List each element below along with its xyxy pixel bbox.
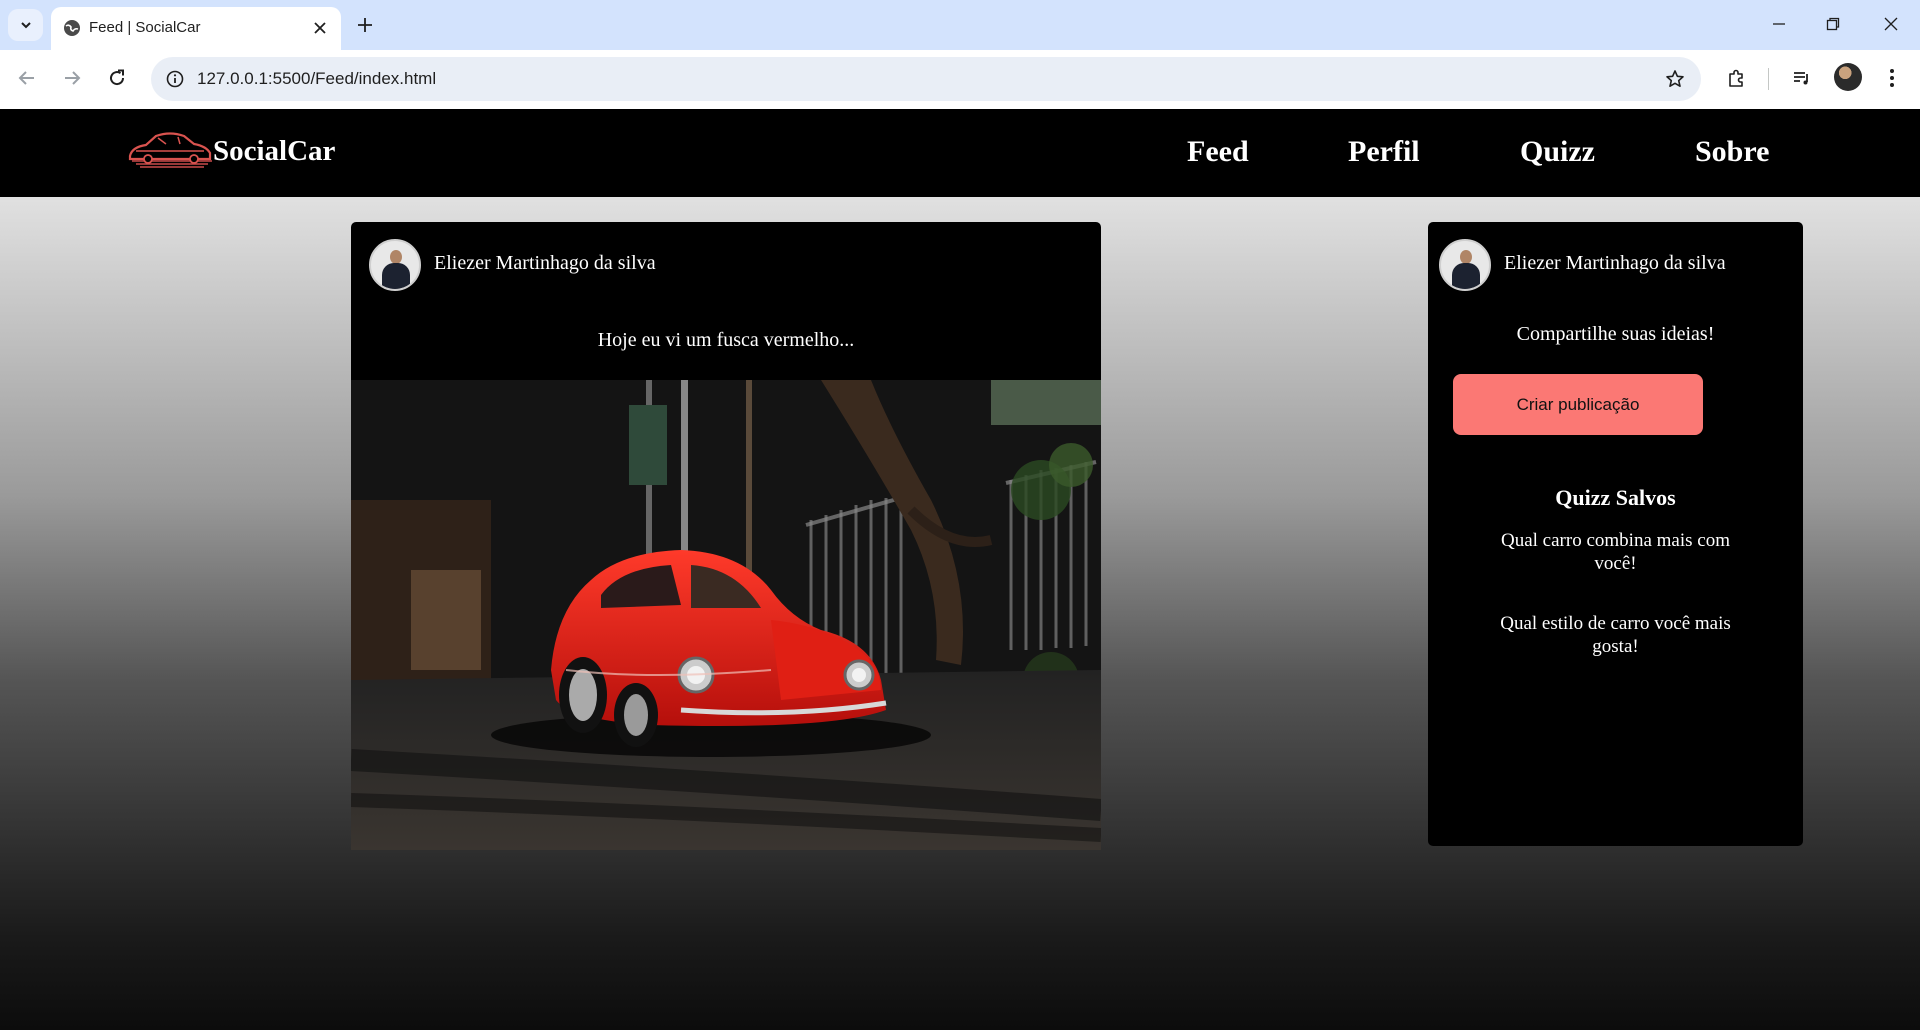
sidebar-author-name[interactable]: Eliezer Martinhago da silva [1504, 252, 1726, 275]
extensions-button[interactable] [1722, 63, 1752, 93]
share-prompt: Compartilhe suas ideias! [1516, 323, 1715, 345]
minimize-button[interactable] [1756, 8, 1802, 40]
browser-menu-button[interactable] [1877, 63, 1907, 93]
minimize-icon [1773, 23, 1785, 25]
url-text: 127.0.0.1:5500/Feed/index.html [197, 69, 437, 88]
saved-quizz-item[interactable]: Qual estilo de carro você mais gosta! [1483, 612, 1748, 658]
sidebar-card: Eliezer Martinhago da silva Compartilhe … [1428, 222, 1803, 846]
close-window-button[interactable] [1868, 8, 1914, 40]
post-card: Eliezer Martinhago da silva Hoje eu vi u… [351, 222, 1101, 850]
create-post-button[interactable]: Criar publicação [1453, 374, 1703, 435]
close-icon [1884, 17, 1898, 31]
restore-button[interactable] [1810, 8, 1856, 40]
toolbar-separator [1768, 68, 1769, 90]
reload-icon [110, 69, 125, 86]
browser-toolbar: 127.0.0.1:5500/Feed/index.html [0, 50, 1920, 109]
nav-link-perfil[interactable]: Perfil [1348, 135, 1420, 169]
page-viewport: SocialCar Feed Perfil Quizz Sobre Elieze… [0, 109, 1920, 1030]
tab-search-button[interactable] [8, 9, 43, 41]
new-tab-button[interactable] [352, 12, 378, 38]
chevron-down-icon [20, 22, 31, 29]
plus-icon [358, 18, 372, 32]
nav-link-feed[interactable]: Feed [1187, 135, 1249, 169]
arrow-right-icon [65, 71, 81, 85]
globe-icon [64, 20, 80, 36]
info-icon [166, 70, 184, 88]
car-logo-icon [128, 132, 212, 168]
close-icon [314, 22, 326, 34]
nav-link-quizz[interactable]: Quizz [1520, 135, 1595, 169]
saved-quizz-heading: Quizz Salvos [1555, 485, 1676, 510]
playlist-icon [1794, 72, 1808, 85]
arrow-left-icon [18, 71, 34, 85]
forward-button[interactable] [56, 62, 88, 94]
brand-name[interactable]: SocialCar [213, 135, 335, 168]
address-bar[interactable]: 127.0.0.1:5500/Feed/index.html [151, 57, 1701, 101]
site-info-button[interactable] [161, 65, 189, 93]
avatar[interactable] [369, 239, 421, 291]
bookmark-button[interactable] [1663, 67, 1687, 91]
restore-icon [1826, 17, 1840, 31]
saved-quizz-item[interactable]: Qual carro combina mais com você! [1483, 529, 1748, 575]
post-text: Hoje eu vi um fusca vermelho... [597, 329, 855, 351]
active-tab[interactable]: Feed | SocialCar [51, 7, 341, 50]
back-button[interactable] [11, 62, 43, 94]
kebab-menu-icon [1890, 69, 1894, 87]
avatar[interactable] [1439, 239, 1491, 291]
nav-link-sobre[interactable]: Sobre [1695, 135, 1769, 169]
puzzle-icon [1729, 69, 1743, 87]
browser-tabbar: Feed | SocialCar [0, 0, 1920, 50]
profile-avatar[interactable] [1834, 63, 1862, 91]
tab-title: Feed | SocialCar [89, 19, 201, 36]
star-icon [1666, 70, 1684, 87]
post-image[interactable] [351, 380, 1101, 850]
site-header: SocialCar Feed Perfil Quizz Sobre [0, 109, 1920, 197]
post-author-name[interactable]: Eliezer Martinhago da silva [434, 252, 656, 275]
close-tab-button[interactable] [309, 17, 331, 39]
reload-button[interactable] [101, 62, 133, 94]
media-controls-button[interactable] [1787, 63, 1817, 93]
